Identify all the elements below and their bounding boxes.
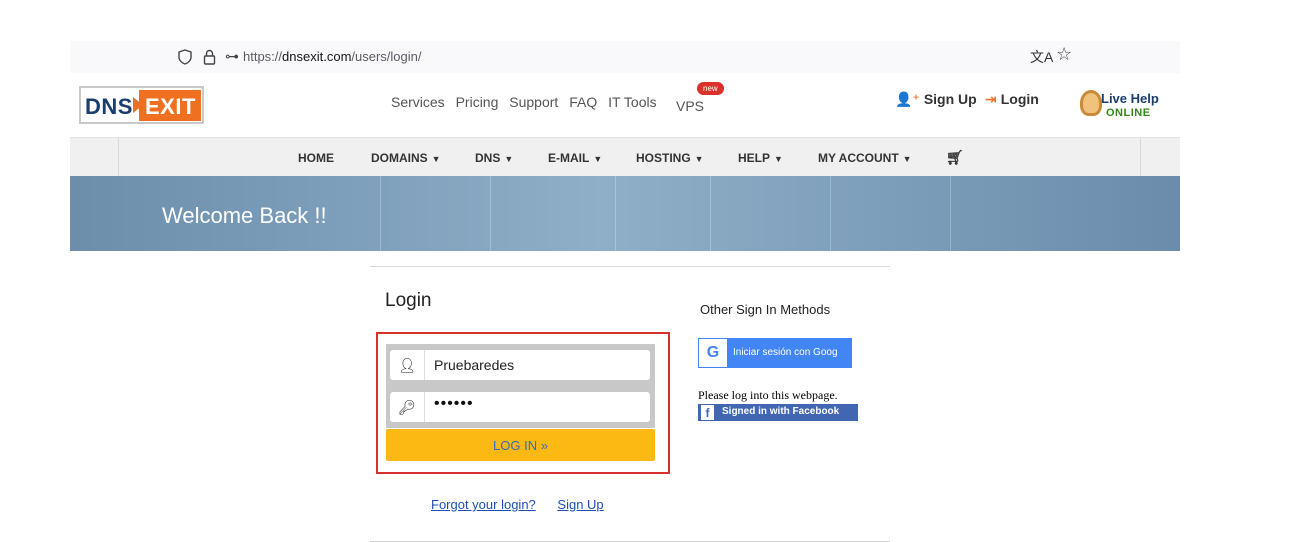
signup-bottom-link[interactable]: Sign Up	[557, 497, 603, 512]
live-help-button[interactable]: Live Help ONLINE	[1074, 88, 1169, 124]
caret-down-icon: ▼	[431, 154, 441, 164]
username-field[interactable]: 👤︎ Pruebaredes	[390, 350, 650, 380]
logo-exit-box: EXIT	[139, 90, 201, 121]
nav-faq[interactable]: FAQ	[569, 94, 597, 110]
facebook-signin-label: Signed in with Facebook	[722, 406, 840, 417]
live-help-status: ONLINE	[1106, 107, 1151, 119]
google-icon: G	[699, 339, 727, 367]
login-links: Forgot your login? Sign Up	[431, 497, 622, 512]
menu-help[interactable]: HELP ▼	[738, 151, 783, 165]
nav-vps[interactable]: VPS	[676, 98, 704, 114]
translate-icon[interactable]: 文A	[1030, 47, 1053, 67]
live-help-title: Live Help	[1101, 91, 1159, 106]
user-icon: 👤︎	[390, 350, 425, 380]
bookmark-star-icon[interactable]: ☆	[1056, 44, 1072, 65]
forgot-login-link[interactable]: Forgot your login?	[431, 497, 536, 512]
logo-dns-text: DNS	[85, 94, 133, 119]
facebook-signin-button[interactable]: f Signed in with Facebook	[698, 404, 858, 421]
caret-down-icon: ▼	[694, 154, 704, 164]
login-submit-label: LOG IN »	[493, 437, 548, 453]
signup-link[interactable]: 👤⁺ Sign Up	[895, 91, 977, 108]
menu-dns-label: DNS	[475, 151, 501, 165]
lock-icon[interactable]	[203, 49, 216, 65]
password-value: ••••••	[434, 395, 474, 412]
login-submit-button[interactable]: LOG IN »	[386, 429, 655, 461]
username-value: Pruebaredes	[434, 357, 515, 373]
cart-icon[interactable]: 🛒︎	[946, 149, 964, 166]
caret-down-icon: ▼	[504, 154, 514, 164]
menu-my-account[interactable]: MY ACCOUNT ▼	[818, 151, 912, 165]
key-icon[interactable]: ⊶	[225, 48, 239, 65]
caret-down-icon: ▼	[902, 154, 912, 164]
menu-home[interactable]: HOME	[298, 151, 334, 165]
login-link[interactable]: ⇥ Login	[985, 91, 1039, 108]
sign-in-icon: ⇥	[985, 91, 997, 107]
caret-down-icon: ▼	[593, 154, 603, 164]
menu-hosting[interactable]: HOSTING ▼	[636, 151, 704, 165]
dnsexit-logo[interactable]: DNS EXIT	[79, 86, 204, 124]
menu-help-label: HELP	[738, 151, 771, 165]
logo-exit-text: EXIT	[145, 94, 196, 119]
menu-home-label: HOME	[298, 151, 334, 165]
menu-divider	[118, 138, 119, 177]
signup-label: Sign Up	[923, 91, 977, 107]
login-heading: Login	[385, 290, 432, 311]
url-text[interactable]: https://dnsexit.com/users/login/	[243, 49, 422, 64]
facebook-icon: f	[701, 405, 714, 420]
user-plus-icon: 👤⁺	[895, 91, 920, 107]
google-signin-button[interactable]: G Iniciar sesión con Goog	[698, 338, 852, 368]
key-icon: 🔑︎	[390, 392, 425, 422]
menu-email-label: E-MAIL	[548, 151, 590, 165]
top-nav: Services Pricing Support FAQ IT Tools	[391, 94, 664, 110]
menu-domains[interactable]: DOMAINS ▼	[371, 151, 441, 165]
nav-pricing[interactable]: Pricing	[456, 94, 499, 110]
menu-domains-label: DOMAINS	[371, 151, 428, 165]
menu-dns[interactable]: DNS ▼	[475, 151, 513, 165]
google-signin-label: Iniciar sesión con Goog	[733, 347, 838, 358]
section-divider	[370, 266, 890, 267]
other-signin-heading: Other Sign In Methods	[700, 302, 831, 317]
nav-services[interactable]: Services	[391, 94, 445, 110]
menu-hosting-label: HOSTING	[636, 151, 691, 165]
welcome-banner: Welcome Back !!	[70, 176, 1180, 251]
password-field[interactable]: 🔑︎ ••••••	[390, 392, 650, 422]
shield-icon[interactable]	[178, 49, 192, 65]
nav-it-tools[interactable]: IT Tools	[608, 94, 657, 110]
menu-email[interactable]: E-MAIL ▼	[548, 151, 602, 165]
new-badge: new	[697, 82, 724, 95]
main-menu: HOME DOMAINS ▼ DNS ▼ E-MAIL ▼ HOSTING ▼ HELP…	[70, 137, 1180, 178]
menu-account-label: MY ACCOUNT	[818, 151, 899, 165]
facebook-prompt: Please log into this webpage.	[698, 388, 838, 402]
caret-down-icon: ▼	[774, 154, 783, 164]
nav-vps-wrap: VPS	[676, 98, 704, 116]
nav-support[interactable]: Support	[509, 94, 558, 110]
login-label: Login	[1000, 91, 1039, 107]
welcome-title: Welcome Back !!	[162, 203, 327, 228]
menu-divider	[1140, 138, 1141, 177]
browser-url-bar[interactable]: ⊶ https://dnsexit.com/users/login/ 文A ☆	[70, 41, 1180, 73]
support-agent-icon	[1080, 90, 1102, 116]
